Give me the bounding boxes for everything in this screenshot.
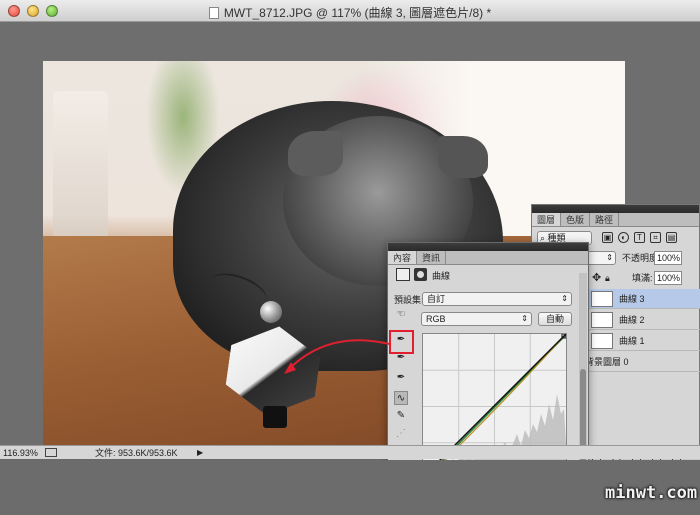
workspace-bottom [0,460,700,515]
status-bar: 116.93% 文件: 953.6K/953.6K ▶ [0,445,700,459]
status-display-icon[interactable] [45,448,57,457]
watermark: minwt.com [605,483,698,503]
document-size: 文件: 953.6K/953.6K [95,448,178,458]
zoom-level[interactable]: 116.93% [3,447,41,459]
annotation-arrow [284,339,390,374]
status-menu-arrow-icon[interactable]: ▶ [197,447,203,459]
